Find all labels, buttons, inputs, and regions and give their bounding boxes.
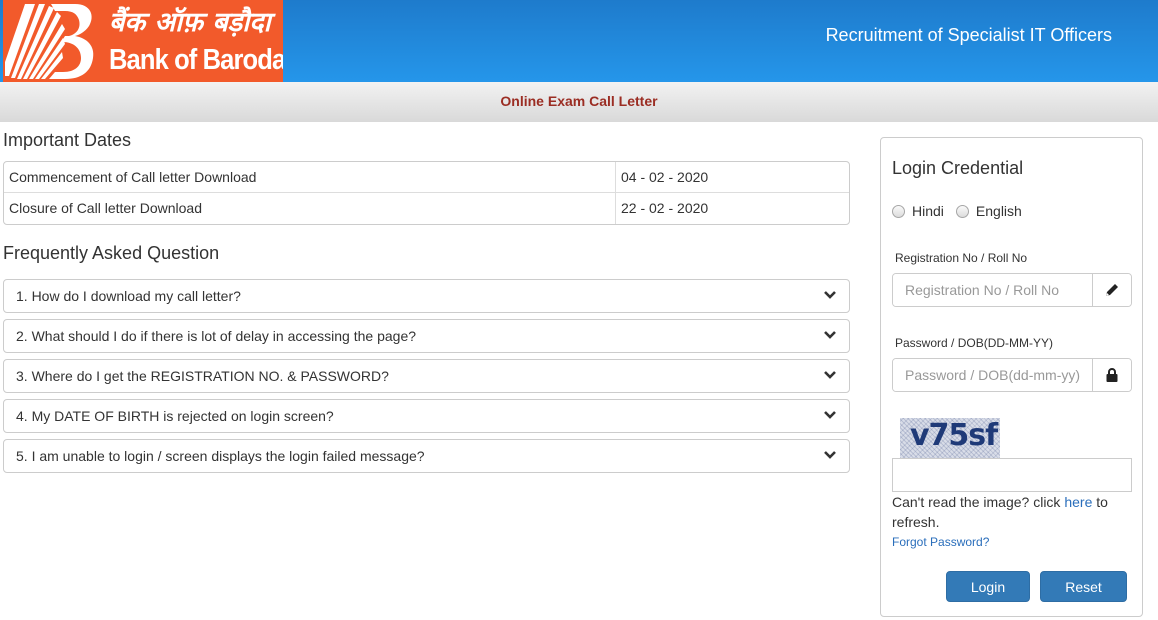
chevron-down-icon[interactable] [823,288,837,302]
captcha-text: v75sf [910,418,998,453]
login-panel: Login Credential Hindi English Registrat… [880,137,1143,617]
faq-question: 4. My DATE OF BIRTH is rejected on login… [16,408,334,424]
captcha-refresh-link[interactable]: here [1064,494,1092,510]
password-addon [1092,359,1131,391]
page-title: Online Exam Call Letter [500,93,658,109]
chevron-down-icon[interactable] [823,328,837,342]
radio-hindi[interactable] [892,204,905,218]
chevron-down-icon[interactable] [823,368,837,382]
password-input[interactable] [893,359,1092,391]
chevron-down-icon[interactable] [823,408,837,422]
date-value: 04 - 02 - 2020 [621,169,709,185]
table-row: Commencement of Call letter Download 04 … [4,162,849,193]
pencil-icon [1106,284,1118,296]
faq-item-2[interactable]: 2. What should I do if there is lot of d… [3,319,850,353]
password-input-group [892,358,1132,392]
captcha-help-text: Can't read the image? click here to refr… [892,492,1132,532]
date-label: Commencement of Call letter Download [4,162,616,192]
page-subheader: Online Exam Call Letter [0,82,1158,122]
registration-input-group [892,273,1132,307]
date-label: Closure of Call letter Download [4,193,616,224]
captcha-input[interactable] [892,458,1132,492]
chevron-down-icon[interactable] [823,448,837,462]
faq-question: 1. How do I download my call letter? [16,288,241,304]
date-value: 22 - 02 - 2020 [621,200,709,216]
table-row: Closure of Call letter Download 22 - 02 … [4,193,849,224]
faq-item-4[interactable]: 4. My DATE OF BIRTH is rejected on login… [3,399,850,433]
captcha-image: v75sf [900,418,1000,458]
lock-icon [1106,368,1118,382]
registration-label: Registration No / Roll No [895,251,1028,265]
faq-item-1[interactable]: 1. How do I download my call letter? [3,279,850,313]
password-label: Password / DOB(DD-MM-YY) [895,336,1054,350]
login-button[interactable]: Login [946,571,1030,602]
reset-button[interactable]: Reset [1040,571,1127,602]
faq-question: 5. I am unable to login / screen display… [16,448,425,464]
header-title: Recruitment of Specialist IT Officers [825,25,1112,45]
bank-of-baroda-logo-icon [5,4,94,79]
forgot-password-link[interactable]: Forgot Password? [892,535,989,549]
important-dates-table: Commencement of Call letter Download 04 … [3,161,850,225]
radio-hindi-label[interactable]: Hindi [912,203,944,219]
captcha-help-prefix: Can't read the image? click [892,494,1065,510]
faq-item-3[interactable]: 3. Where do I get the REGISTRATION NO. &… [3,359,850,393]
faq-question: 2. What should I do if there is lot of d… [16,328,417,344]
login-title: Login Credential [892,158,1024,178]
faq-question: 3. Where do I get the REGISTRATION NO. &… [16,368,389,384]
radio-english-label[interactable]: English [976,203,1022,219]
page-header: बैंक ऑफ़ बड़ौदा Bank of Baroda Recruitme… [0,0,1158,82]
logo-hindi-text: बैंक ऑफ़ बड़ौदा [109,7,271,38]
language-radio-group: Hindi English [892,203,1034,219]
important-dates-title: Important Dates [3,130,132,150]
registration-input[interactable] [893,274,1092,306]
registration-addon [1092,274,1131,306]
logo-english-text: Bank of Baroda [109,44,283,76]
faq-title: Frequently Asked Question [3,243,220,263]
faq-item-5[interactable]: 5. I am unable to login / screen display… [3,439,850,473]
bank-logo[interactable]: बैंक ऑफ़ बड़ौदा Bank of Baroda [3,0,283,82]
radio-english[interactable] [955,204,969,218]
